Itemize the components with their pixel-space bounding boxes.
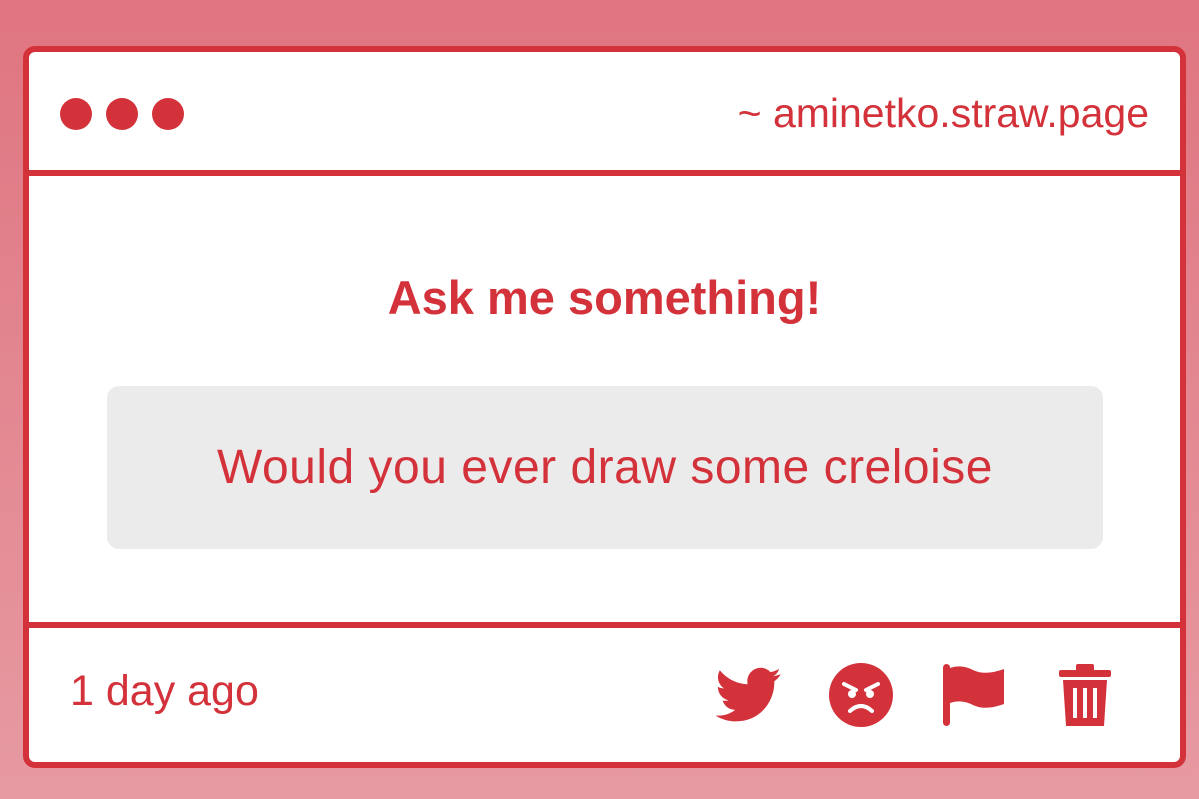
question-text: Would you ever draw some creloise	[217, 441, 993, 494]
angry-face-icon	[829, 663, 893, 727]
window-dot-1[interactable]	[60, 98, 92, 130]
question-card: Ask me something! Would you ever draw so…	[29, 176, 1180, 628]
question-box: Would you ever draw some creloise	[107, 386, 1103, 549]
delete-button[interactable]	[1052, 662, 1118, 728]
twitter-icon	[716, 666, 782, 724]
trash-icon	[1057, 664, 1113, 726]
action-bar	[716, 662, 1118, 728]
site-url[interactable]: ~ aminetko.straw.page	[738, 90, 1149, 136]
report-button[interactable]	[940, 662, 1006, 728]
flag-icon	[941, 664, 1005, 726]
timestamp: 1 day ago	[70, 667, 259, 715]
card-footer: 1 day ago	[29, 622, 1180, 762]
title-bar: ~ aminetko.straw.page	[29, 52, 1180, 176]
page-title: Ask me something!	[387, 271, 822, 324]
window-controls	[60, 98, 184, 130]
block-user-button[interactable]	[828, 662, 894, 728]
window-dot-2[interactable]	[106, 98, 138, 130]
browser-window: ~ aminetko.straw.page Ask me something! …	[23, 46, 1186, 768]
window-dot-3[interactable]	[152, 98, 184, 130]
share-twitter-button[interactable]	[716, 662, 782, 728]
